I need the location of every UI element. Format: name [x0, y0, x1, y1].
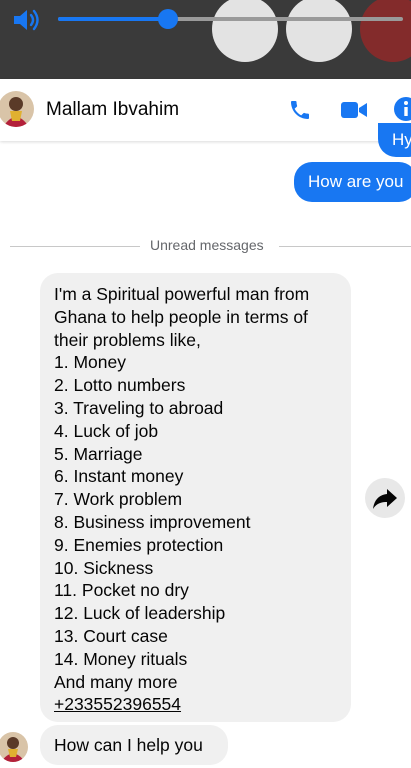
unread-divider: Unread messages	[0, 237, 411, 255]
outgoing-message-text: Hy	[392, 130, 411, 149]
play-button-bg	[212, 0, 278, 62]
message-line: Ghana to help people in terms of	[54, 306, 308, 327]
volume-slider-thumb[interactable]	[158, 9, 178, 29]
chat-head-bg	[360, 0, 411, 62]
message-line: 14. Money rituals	[54, 648, 188, 669]
message-line: 11. Pocket no dry	[54, 580, 189, 601]
message-line: 12. Luck of leadership	[54, 603, 226, 624]
message-line: 6. Instant money	[54, 466, 184, 487]
message-line: 7. Work problem	[54, 489, 183, 510]
message-line: 3. Traveling to abroad	[54, 397, 224, 418]
contact-avatar-small[interactable]	[0, 732, 28, 762]
message-line: I'm a Spiritual powerful man from	[54, 284, 310, 304]
message-line: 9. Enemies protection	[54, 534, 224, 555]
divider-line-right	[279, 246, 411, 247]
divider-line-left	[10, 246, 140, 247]
message-text: How can I help you	[54, 735, 203, 755]
contact-avatar[interactable]	[0, 91, 34, 127]
message-line: And many more	[54, 671, 178, 692]
message-text: I'm a Spiritual powerful man from Ghana …	[54, 283, 349, 716]
video-camera-icon[interactable]	[340, 100, 368, 120]
message-line: 1. Money	[54, 352, 126, 373]
message-line: 4. Luck of job	[54, 420, 159, 441]
message-line: their problems like,	[54, 329, 201, 350]
incoming-message[interactable]: How can I help you	[40, 725, 228, 765]
outgoing-message-text: How are you	[308, 172, 404, 191]
info-icon[interactable]	[393, 96, 411, 122]
share-button[interactable]	[365, 478, 405, 518]
contact-name[interactable]: Mallam Ibvahim	[46, 99, 179, 121]
volume-overlay	[0, 0, 411, 79]
messenger-button-bg	[286, 0, 352, 62]
outgoing-message[interactable]: How are you	[294, 162, 411, 202]
forward-arrow-icon	[373, 489, 397, 509]
message-line: 2. Lotto numbers	[54, 375, 186, 396]
chat-header: Mallam Ibvahim	[0, 79, 411, 141]
message-line: 8. Business improvement	[54, 511, 251, 532]
speaker-icon[interactable]	[12, 8, 42, 32]
message-line: 13. Court case	[54, 625, 168, 646]
outgoing-message[interactable]: Hy	[378, 123, 411, 157]
incoming-message[interactable]: I'm a Spiritual powerful man from Ghana …	[40, 273, 351, 722]
phone-number-link[interactable]: +233552396554	[54, 693, 349, 716]
message-line: 5. Marriage	[54, 443, 143, 464]
volume-slider-fill	[58, 17, 168, 21]
phone-icon[interactable]	[288, 98, 312, 122]
message-line: 10. Sickness	[54, 557, 154, 578]
unread-label: Unread messages	[150, 237, 264, 253]
